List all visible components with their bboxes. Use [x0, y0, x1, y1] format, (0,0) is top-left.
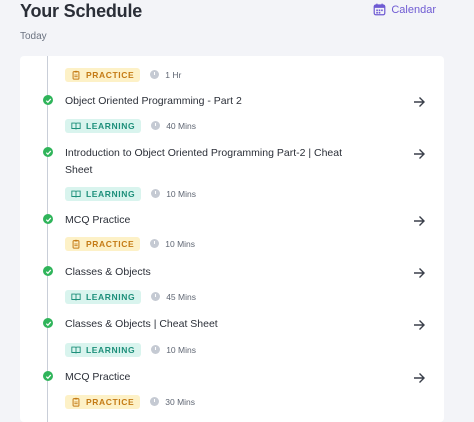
badge-label: LEARNING: [86, 120, 136, 131]
clock-icon: [150, 239, 160, 248]
practice-badge: PRACTICE: [65, 67, 141, 82]
item-meta: LEARNING 40 Mins: [65, 118, 196, 133]
item-meta: PRACTICE 1 Hr: [65, 67, 181, 82]
book-icon: [71, 293, 81, 300]
day-label: Today: [20, 31, 47, 42]
item-title: Classes & Objects: [65, 266, 151, 278]
calendar-link-label: Calendar: [391, 3, 436, 16]
calendar-link[interactable]: Calendar: [373, 3, 436, 16]
clock-icon: [150, 397, 160, 406]
duration-label: 45 Mins: [166, 291, 196, 302]
badge-label: PRACTICE: [86, 69, 135, 80]
clipboard-icon: [72, 70, 80, 80]
clipboard-icon: [72, 397, 80, 407]
learning-badge: LEARNING: [65, 186, 142, 201]
check-circle-icon: [43, 95, 53, 105]
book-icon: [71, 190, 81, 197]
duration: 1 Hr: [150, 70, 181, 80]
item-title: MCQ Practice: [65, 214, 131, 226]
learning-badge: LEARNING: [65, 118, 142, 133]
duration-label: 30 Mins: [165, 396, 196, 407]
duration-label: 10 Mins: [166, 344, 196, 355]
item-meta: LEARNING 10 Mins: [65, 186, 196, 201]
duration-label: 1 Hr: [165, 69, 182, 80]
arrow-right-icon[interactable]: [412, 371, 426, 385]
check-circle-icon: [43, 266, 53, 276]
book-icon: [71, 346, 81, 353]
item-title: Object Oriented Programming - Part 2: [65, 95, 242, 107]
arrow-right-icon[interactable]: [412, 266, 426, 280]
badge-label: LEARNING: [86, 291, 136, 302]
duration: 10 Mins: [151, 345, 196, 355]
arrow-right-icon[interactable]: [412, 95, 426, 109]
item-meta: PRACTICE 10 Mins: [65, 236, 195, 251]
duration-label: 10 Mins: [165, 238, 196, 249]
schedule-header: Your Schedule Calendar: [20, 0, 450, 24]
badge-label: PRACTICE: [86, 396, 135, 407]
arrow-right-icon[interactable]: [412, 214, 426, 228]
check-circle-icon: [43, 318, 53, 328]
practice-badge: PRACTICE: [65, 236, 141, 251]
practice-badge: PRACTICE: [65, 394, 141, 409]
item-title: MCQ Practice: [65, 371, 131, 383]
clock-icon: [151, 292, 161, 301]
arrow-right-icon[interactable]: [412, 318, 426, 332]
duration-label: 10 Mins: [166, 188, 196, 199]
item-meta: PRACTICE 30 Mins: [65, 394, 195, 409]
check-circle-icon: [43, 147, 53, 157]
duration: 10 Mins: [150, 239, 195, 249]
clock-icon: [150, 70, 160, 79]
duration: 30 Mins: [150, 397, 195, 407]
learning-badge: LEARNING: [65, 342, 142, 357]
duration-label: 40 Mins: [166, 120, 196, 131]
badge-label: LEARNING: [86, 188, 136, 199]
clipboard-icon: [72, 239, 80, 249]
calendar-icon: [373, 3, 386, 16]
page-title: Your Schedule: [20, 1, 143, 21]
item-meta: LEARNING 45 Mins: [65, 289, 196, 304]
item-title: Classes & Objects | Cheat Sheet: [65, 318, 218, 330]
duration: 40 Mins: [151, 121, 196, 131]
duration: 45 Mins: [151, 292, 196, 302]
item-meta: LEARNING 10 Mins: [65, 342, 196, 357]
arrow-right-icon[interactable]: [412, 147, 426, 161]
badge-label: PRACTICE: [86, 238, 135, 249]
timeline-line: [47, 56, 48, 422]
clock-icon: [151, 121, 161, 130]
clock-icon: [151, 189, 161, 198]
clock-icon: [151, 345, 161, 354]
duration: 10 Mins: [151, 189, 196, 199]
book-icon: [71, 122, 81, 129]
check-circle-icon: [43, 214, 53, 224]
learning-badge: LEARNING: [65, 289, 142, 304]
check-circle-icon: [43, 371, 53, 381]
badge-label: LEARNING: [86, 344, 136, 355]
schedule-card: PRACTICE 1 Hr Object Oriented Programmin…: [20, 56, 444, 422]
item-title: Introduction to Object Oriented Programm…: [65, 147, 343, 176]
